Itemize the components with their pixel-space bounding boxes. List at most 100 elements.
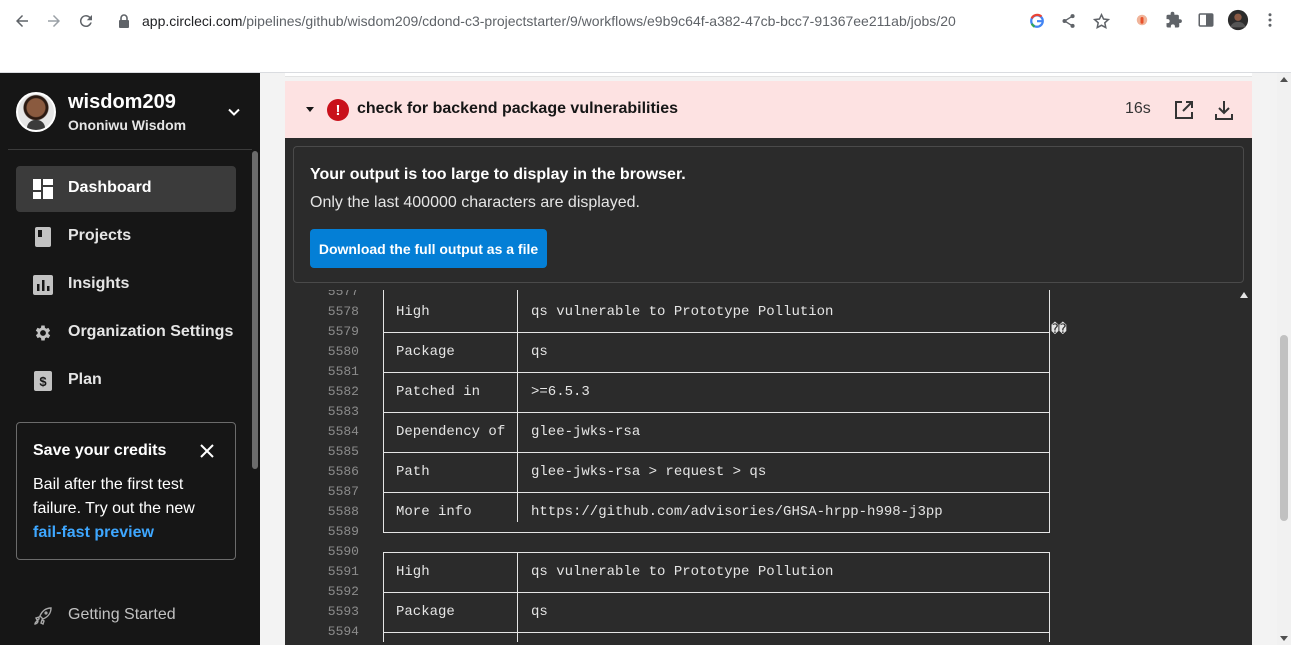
- divider: [8, 149, 252, 150]
- sidebar-item-organization-settings[interactable]: Organization Settings: [16, 310, 236, 356]
- table-border-segment: [383, 562, 384, 582]
- table-border: [383, 362, 1050, 382]
- profile-avatar-icon[interactable]: [1226, 8, 1250, 32]
- sidebar: wisdom209 Ononiwu Wisdom Dashboard Proje…: [0, 73, 260, 645]
- credits-promo-card: Save your credits Bail after the first t…: [16, 422, 236, 560]
- line-number: 5591: [327, 564, 359, 579]
- sidebar-item-dashboard[interactable]: Dashboard: [16, 166, 236, 212]
- sidebar-item-plan[interactable]: $ Plan: [16, 358, 236, 404]
- table-border-segment: [517, 302, 518, 322]
- previous-step-edge: [285, 73, 1252, 77]
- scroll-down-arrow-icon[interactable]: [1280, 636, 1288, 641]
- table-border: [383, 522, 1050, 542]
- audit-field-name: Dependency of: [396, 424, 506, 440]
- user-switcher[interactable]: wisdom209 Ononiwu Wisdom: [16, 91, 244, 139]
- side-panel-icon[interactable]: [1194, 8, 1218, 32]
- puzzle-icon[interactable]: [1162, 8, 1186, 32]
- console-scrollbar[interactable]: [1237, 290, 1252, 645]
- console-line: 5590: [293, 542, 1238, 562]
- sidebar-item-label: Organization Settings: [68, 323, 234, 340]
- line-number: 5589: [327, 524, 359, 539]
- audit-field-name: More info: [396, 504, 472, 520]
- bookmark-star-icon[interactable]: [1092, 12, 1110, 30]
- back-icon[interactable]: [6, 5, 38, 37]
- step-header[interactable]: ! check for backend package vulnerabilit…: [285, 81, 1252, 138]
- reload-icon[interactable]: [70, 5, 102, 37]
- console-output[interactable]: 5577 5578 High qs vulnerable to Prototype P…: [293, 290, 1238, 645]
- table-border: [383, 602, 1050, 622]
- garbled-glyph: ��: [1051, 322, 1067, 337]
- table-border-segment: [383, 332, 1050, 333]
- audit-field-value: glee-jwks-rsa > request > qs: [531, 464, 767, 480]
- svg-text:$: $: [39, 374, 47, 389]
- sidebar-item-label: Getting Started: [68, 606, 176, 623]
- table-border-segment: [517, 422, 518, 442]
- sidebar-item-label: Projects: [68, 227, 132, 244]
- console-line: 5591 High qs vulnerable to Prototype Pollu…: [293, 562, 1238, 582]
- menu-kebab-icon[interactable]: [1258, 8, 1282, 32]
- console-line: 5585: [293, 442, 1238, 462]
- table-border: [383, 382, 1050, 402]
- table-border-segment: [383, 412, 1050, 413]
- line-number: 5594: [327, 624, 359, 639]
- audit-field-value: qs vulnerable to Prototype Pollution: [531, 564, 834, 580]
- audit-field-name: Package: [396, 344, 455, 360]
- table-border-segment: [1049, 302, 1050, 322]
- line-number: 5585: [327, 444, 359, 459]
- console-line: 5587: [293, 482, 1238, 502]
- audit-field-value: glee-jwks-rsa: [531, 424, 641, 440]
- line-number: 5584: [327, 424, 359, 439]
- collapse-caret-icon[interactable]: [304, 103, 316, 115]
- google-icon[interactable]: [1028, 12, 1046, 30]
- table-border-segment: [1049, 552, 1050, 562]
- table-border-segment: [1049, 422, 1050, 442]
- avatar: [16, 92, 56, 132]
- forward-icon[interactable]: [38, 5, 70, 37]
- close-icon[interactable]: [199, 443, 215, 459]
- table-border-segment: [1049, 342, 1050, 362]
- table-border-segment: [383, 592, 1050, 593]
- table-border: [383, 482, 1050, 502]
- console-line: 5588 More info https://github.com/advisori…: [293, 502, 1238, 522]
- scrollbar-thumb[interactable]: [1280, 335, 1288, 521]
- rocket-icon: [34, 607, 52, 625]
- browser-toolbar: app.circleci.com/pipelines/github/wisdom…: [0, 0, 1291, 44]
- line-number: 5587: [327, 484, 359, 499]
- audit-field-name: High: [396, 304, 430, 320]
- insights-icon: [33, 275, 53, 295]
- sidebar-item-insights[interactable]: Insights: [16, 262, 236, 308]
- table-border-segment: [383, 532, 1050, 533]
- open-external-icon[interactable]: [1173, 99, 1195, 121]
- fail-fast-preview-link[interactable]: fail-fast preview: [33, 524, 154, 541]
- scroll-up-arrow-icon[interactable]: [1280, 77, 1288, 82]
- audit-field-name: High: [396, 564, 430, 580]
- table-border-segment: [1049, 562, 1050, 582]
- sidebar-item-getting-started[interactable]: Getting Started: [16, 593, 236, 639]
- line-number: 5581: [327, 364, 359, 379]
- console-line: 5580 Package qs: [293, 342, 1238, 362]
- scroll-up-arrow-icon[interactable]: [1240, 292, 1248, 298]
- console-line: 5577: [293, 290, 1238, 303]
- table-border: [383, 442, 1050, 462]
- chevron-down-icon[interactable]: [226, 104, 242, 120]
- table-border-segment: [383, 602, 384, 622]
- audit-field-value: qs: [531, 604, 548, 620]
- download-full-output-button[interactable]: Download the full output as a file: [310, 229, 547, 268]
- table-border-segment: [1049, 522, 1050, 532]
- table-border-segment: [517, 602, 518, 622]
- user-full-name: Ononiwu Wisdom: [68, 117, 187, 133]
- download-icon[interactable]: [1213, 99, 1235, 121]
- line-number: 5586: [327, 464, 359, 479]
- table-border-segment: [383, 382, 384, 402]
- page-scrollbar[interactable]: [1277, 73, 1291, 645]
- console-line: 5594: [293, 622, 1238, 642]
- sidebar-item-projects[interactable]: Projects: [16, 214, 236, 260]
- address-bar[interactable]: app.circleci.com/pipelines/github/wisdom…: [106, 6, 1120, 36]
- extension-icon[interactable]: [1130, 8, 1154, 32]
- line-number: 5588: [327, 504, 359, 519]
- table-border-segment: [517, 502, 518, 522]
- share-icon[interactable]: [1060, 12, 1078, 30]
- output-too-large-notice: Your output is too large to display in t…: [293, 146, 1244, 283]
- sidebar-scrollbar[interactable]: [252, 151, 258, 469]
- line-number: 5579: [327, 324, 359, 339]
